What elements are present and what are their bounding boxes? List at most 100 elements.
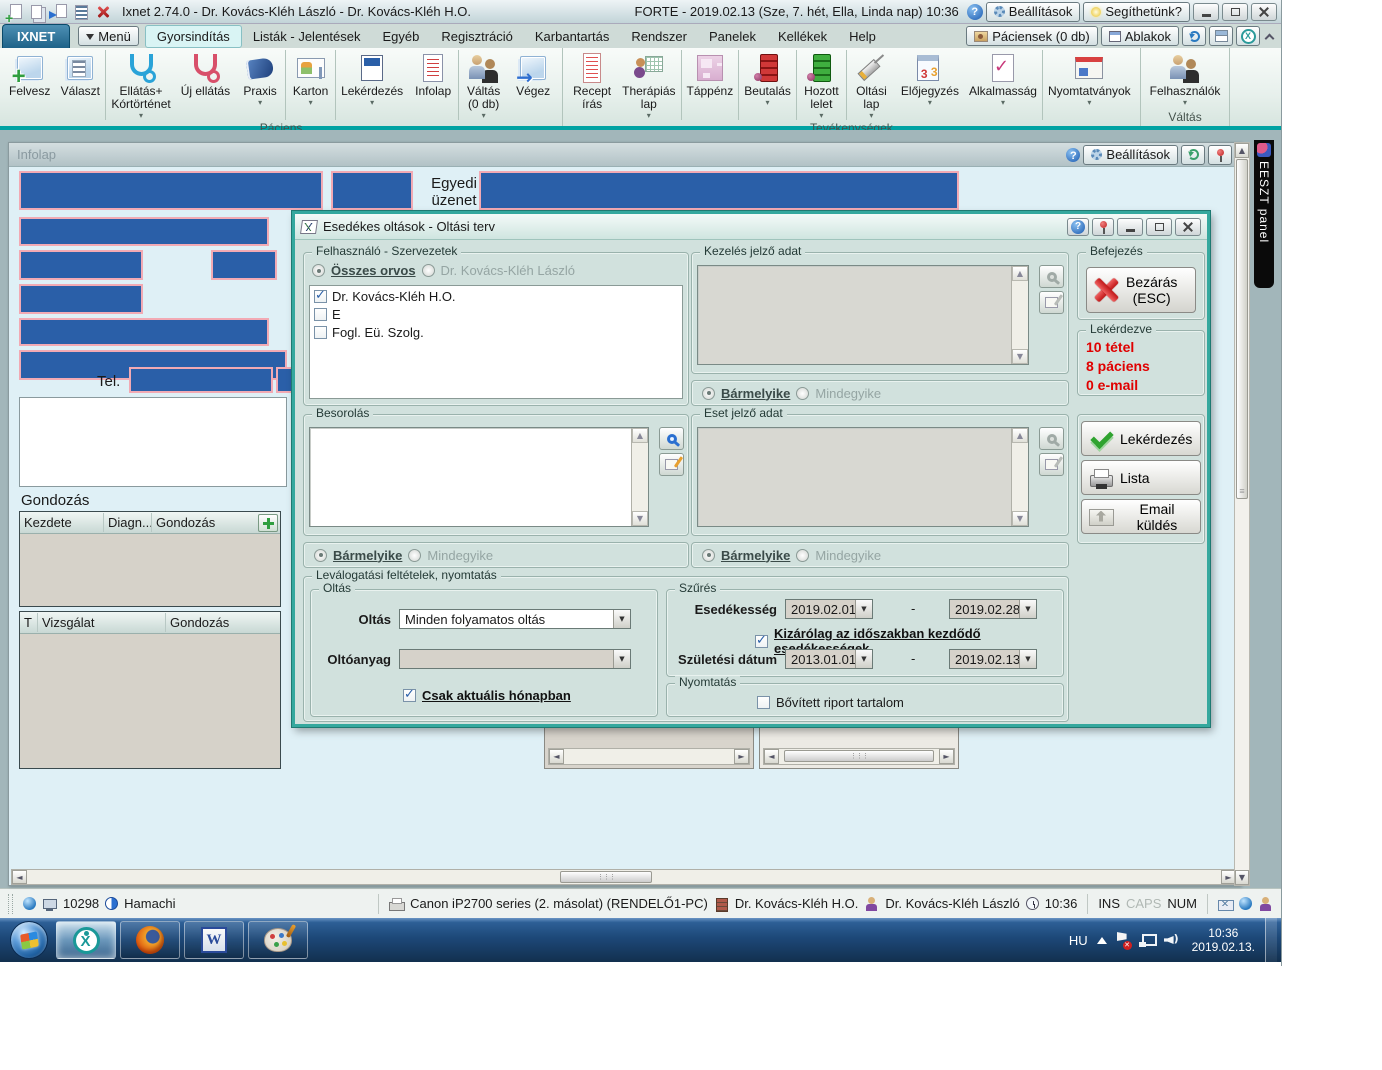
bezaras-button[interactable]: Bezárás (ESC) [1086,267,1196,313]
therapias-lap-button[interactable]: Therápiás lap ▾ [617,50,680,120]
patients-button[interactable]: Páciensek (0 db) [966,26,1098,46]
horizontal-scrollbar[interactable] [763,748,955,765]
felvesz-button[interactable]: Felvesz ▾ [4,50,55,120]
due-from-select[interactable]: 2019.02.01 [785,599,873,619]
minimize-button[interactable] [1193,3,1219,21]
dialog-minimize-button[interactable] [1117,218,1143,236]
org-checkbox-list[interactable]: Dr. Kovács-Kléh H.O. E Fogl. Eü. Szolg. [309,285,683,399]
vegez-button[interactable]: Végez ▾ [508,50,558,120]
column-header[interactable]: Kezdete [20,513,104,532]
kezeles-edit-button[interactable] [1039,291,1064,314]
new-document-icon[interactable] [6,3,24,21]
scroll-right-icon[interactable] [734,749,749,764]
network-icon[interactable] [1139,933,1155,947]
care-table[interactable]: KezdeteDiagn...Gondozás [19,511,281,607]
karton-button[interactable]: Karton ▾ [285,50,335,120]
menu-item[interactable]: Rendszer [620,26,698,47]
mdi-vertical-scrollbar[interactable] [1234,142,1250,886]
any-radio[interactable] [314,549,327,562]
scroll-down-icon[interactable] [632,511,648,526]
dropdown-arrow-icon[interactable] [1019,650,1036,668]
computer-icon[interactable] [42,897,57,911]
org-checkbox-row[interactable]: Fogl. Eü. Szolg. [314,325,678,340]
all-radio[interactable] [796,387,809,400]
infolap-refresh-button[interactable] [1181,145,1205,165]
mail-icon[interactable] [1218,897,1233,911]
panels-button[interactable] [1209,26,1233,46]
restore-button[interactable] [1222,3,1248,21]
lista-button[interactable]: Lista [1081,460,1201,495]
can-we-help-button[interactable]: Segíthetünk? [1083,2,1190,22]
scroll-down-icon[interactable] [1235,870,1249,885]
import-icon[interactable] [50,3,68,21]
action-center-flag-icon[interactable] [1116,932,1130,948]
menu-item[interactable]: Gyorsindítás [145,25,242,48]
taskbar-ixnet-button[interactable] [56,921,116,959]
period-checkbox[interactable] [755,635,768,648]
dialog-help-button[interactable] [1067,218,1089,236]
hamachi-icon[interactable] [105,897,118,910]
extended-report-checkbox[interactable] [757,696,770,709]
infolap-horizontal-scrollbar[interactable] [11,869,1237,885]
organization-icon[interactable] [714,897,729,911]
scroll-up-icon[interactable] [1012,266,1028,281]
dropdown-arrow-icon[interactable] [613,610,630,628]
recept-iras-button[interactable]: Recept írás ▾ [567,50,617,120]
user-icon[interactable] [864,897,879,911]
close-button[interactable] [1251,3,1277,21]
ixnet-logo-button[interactable] [1236,26,1260,46]
eeszt-panel-tab[interactable]: EESZT panel [1254,140,1274,288]
delete-icon[interactable] [94,3,112,21]
column-header[interactable]: T [20,613,38,632]
beutalas-button[interactable]: Beutalás ▾ [738,50,796,120]
menu-button[interactable]: Menü [78,26,139,46]
dialog-pin-button[interactable] [1092,218,1114,236]
eset-edit-button[interactable] [1039,453,1064,476]
tappenz-button[interactable]: Táppénz ▾ [681,50,739,120]
scroll-left-icon[interactable] [12,870,27,884]
dialog-titlebar[interactable]: Esedékes oltások - Oltási terv [295,214,1207,240]
checkbox-icon[interactable] [314,308,327,321]
hozott-lelet-button[interactable]: Hozott lelet ▾ [796,50,846,120]
dropdown-arrow-icon[interactable] [613,650,630,668]
exam-table[interactable]: TVizsgálatGondozás [19,611,281,769]
help-orb-icon[interactable] [967,4,983,20]
birth-to-select[interactable]: 2019.02.13 [949,649,1037,669]
valtas-button[interactable]: Váltás (0 db) ▾ [458,50,508,120]
menu-item[interactable]: Panelek [698,26,767,47]
elojegyzes-button[interactable]: Előjegyzés ▾ [896,50,964,120]
checkbox-icon[interactable] [314,290,327,303]
scroll-down-icon[interactable] [1012,511,1028,526]
infolap-button[interactable]: Infolap ▾ [408,50,458,120]
current-month-checkbox[interactable] [403,689,416,702]
besorolas-listbox[interactable] [309,427,649,527]
all-radio[interactable] [796,549,809,562]
horizontal-scrollbar[interactable] [548,748,750,765]
language-indicator[interactable]: HU [1069,933,1088,948]
scrollbar-thumb[interactable] [1236,159,1248,499]
all-doctors-radio[interactable] [312,264,325,277]
uj-ellatas-button[interactable]: Új ellátás ▾ [176,50,235,120]
tray-expand-icon[interactable] [1097,932,1107,944]
scroll-up-icon[interactable] [1012,428,1028,443]
infolap-titlebar[interactable]: Infolap Beállítások [9,143,1240,167]
connection-orb-icon[interactable] [1239,897,1252,910]
dropdown-arrow-icon[interactable] [855,650,872,668]
notes-box[interactable] [19,397,287,487]
scroll-left-icon[interactable] [549,749,564,764]
infolap-pin-button[interactable] [1208,145,1232,165]
show-desktop-button[interactable] [1265,918,1277,962]
menu-item[interactable]: Help [838,26,887,47]
dropdown-arrow-icon[interactable] [855,600,872,618]
infolap-settings-button[interactable]: Beállítások [1083,145,1178,165]
praxis-button[interactable]: Praxis ▾ [235,50,285,120]
taskbar-paint-button[interactable] [248,921,308,959]
any-radio[interactable] [702,387,715,400]
taskbar-word-button[interactable] [184,921,244,959]
list-icon[interactable] [72,3,90,21]
add-care-button[interactable] [258,514,278,532]
email-kuldes-button[interactable]: Email küldés [1081,499,1201,534]
ellatas-kortortenet-button[interactable]: Ellátás+ Kórtörténet ▾ [105,50,175,120]
lekerdezes-ribbon-button[interactable]: Lekérdezés ▾ [335,50,408,120]
tray-clock[interactable]: 10:36 2019.02.13. [1192,926,1255,954]
